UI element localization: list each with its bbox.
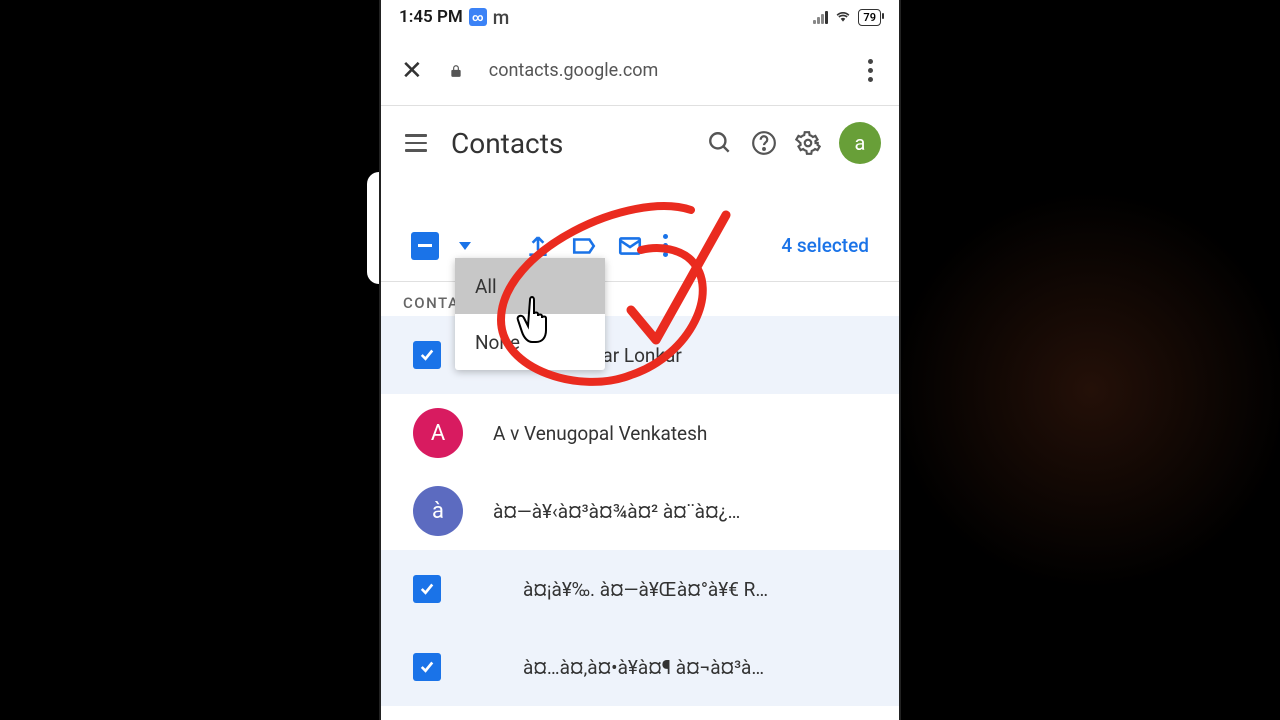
menu-icon[interactable] bbox=[399, 128, 433, 158]
app-title: Contacts bbox=[451, 127, 689, 160]
contact-name: à¤—à¥‹à¤³à¤¾à¤² à¤¨à¤¿… bbox=[493, 500, 740, 523]
contact-row[interactable]: A A v Venugopal Venkatesh bbox=[381, 394, 899, 472]
contact-name: à¤…à¤‚à¤•à¥à¤¶ à¤¬à¤³à… bbox=[523, 656, 764, 679]
app-indicator-icon: ∞ bbox=[469, 8, 487, 26]
contact-avatar: A bbox=[413, 408, 463, 458]
selection-toolbar: 4 selected All None bbox=[381, 210, 899, 282]
select-dropdown: All None bbox=[455, 258, 605, 370]
contact-avatar: à bbox=[413, 486, 463, 536]
search-icon[interactable] bbox=[707, 130, 733, 156]
phone-screen: 1:45 PM ∞ m 79 ✕ contacts.google.com Con… bbox=[379, 0, 901, 720]
battery-indicator: 79 bbox=[858, 9, 881, 26]
checkbox-checked-icon[interactable] bbox=[413, 653, 441, 681]
signal-icon bbox=[813, 10, 828, 24]
dropdown-item-all[interactable]: All bbox=[455, 258, 605, 314]
checkbox-checked-icon[interactable] bbox=[413, 575, 441, 603]
contact-name: A v Venugopal Venkatesh bbox=[493, 422, 707, 445]
dropdown-item-none[interactable]: None bbox=[455, 314, 605, 370]
wifi-icon bbox=[834, 10, 852, 24]
more-actions-icon[interactable] bbox=[663, 234, 668, 257]
settings-icon[interactable] bbox=[795, 130, 821, 156]
clock: 1:45 PM bbox=[399, 7, 463, 27]
email-icon[interactable] bbox=[617, 233, 643, 259]
url-text[interactable]: contacts.google.com bbox=[489, 60, 836, 81]
export-icon[interactable] bbox=[525, 233, 551, 259]
label-icon[interactable] bbox=[571, 233, 597, 259]
checkbox-checked-icon[interactable] bbox=[413, 341, 441, 369]
contact-row[interactable]: à à¤—à¥‹à¤³à¤¾à¤² à¤¨à¤¿… bbox=[381, 472, 899, 550]
contact-row[interactable]: à¤…à¤‚à¤•à¥à¤¶ à¤¬à¤³à… bbox=[381, 628, 899, 706]
app-header: Contacts a bbox=[381, 106, 899, 180]
notification-icon: m bbox=[493, 6, 510, 29]
selection-count: 4 selected bbox=[781, 234, 869, 257]
status-bar: 1:45 PM ∞ m 79 bbox=[381, 0, 899, 36]
lock-icon bbox=[449, 63, 463, 79]
browser-bar: ✕ contacts.google.com bbox=[381, 36, 899, 106]
select-dropdown-caret[interactable] bbox=[459, 242, 471, 250]
close-icon[interactable]: ✕ bbox=[401, 56, 423, 86]
help-icon[interactable] bbox=[751, 130, 777, 156]
contact-name: à¤¡à¥‰. à¤—à¥Œà¤°à¥€ R… bbox=[523, 578, 768, 601]
contact-row[interactable]: à¤¡à¥‰. à¤—à¥Œà¤°à¥€ R… bbox=[381, 550, 899, 628]
account-avatar[interactable]: a bbox=[839, 122, 881, 164]
select-indeterminate-checkbox[interactable] bbox=[411, 232, 439, 260]
browser-menu-icon[interactable] bbox=[862, 53, 879, 88]
